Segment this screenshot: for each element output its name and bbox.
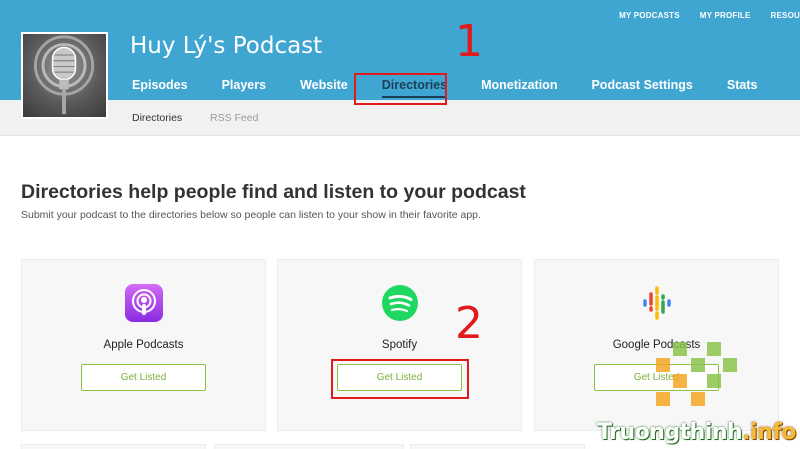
podcast-avatar[interactable] [21, 32, 108, 119]
directory-card-spotify: Spotify Get Listed [277, 259, 522, 431]
get-listed-button-spotify[interactable]: Get Listed [337, 364, 462, 391]
directory-card-row2-1 [21, 444, 206, 449]
card-name-spotify: Spotify [381, 339, 418, 351]
podcast-title: Huy Lý's Podcast [130, 33, 323, 59]
watermark-logo-icon [656, 342, 737, 406]
top-links: MY PODCASTS MY PROFILE RESOU [619, 11, 800, 20]
annotation-number-1: 1 [455, 16, 483, 67]
resources-link[interactable]: RESOU [771, 11, 800, 20]
spotify-icon [382, 285, 418, 321]
tab-directories[interactable]: Directories [381, 78, 448, 98]
tab-monetization[interactable]: Monetization [481, 78, 557, 92]
watermark-main: Truongthinh [597, 420, 743, 445]
header-bar: MY PODCASTS MY PROFILE RESOU Huy Lý's Po… [0, 0, 800, 100]
tab-podcast-settings[interactable]: Podcast Settings [591, 78, 692, 92]
page-heading: Directories help people find and listen … [21, 181, 526, 203]
card-name-apple-podcasts: Apple Podcasts [103, 339, 184, 351]
directory-card-row2-3 [410, 444, 585, 449]
microphone-icon [33, 35, 95, 115]
subtab-directories[interactable]: Directories [132, 112, 182, 124]
annotation-number-2: 2 [455, 298, 483, 349]
get-listed-button-apple-podcasts[interactable]: Get Listed [81, 364, 206, 391]
tab-stats[interactable]: Stats [727, 78, 758, 92]
sub-nav: Directories RSS Feed [0, 100, 800, 136]
main-nav: Episodes Players Website Directories Mon… [132, 78, 791, 98]
directory-card-row2-2 [214, 444, 404, 449]
my-podcasts-link[interactable]: MY PODCASTS [619, 11, 680, 20]
tab-website[interactable]: Website [300, 78, 348, 92]
my-profile-link[interactable]: MY PROFILE [700, 11, 751, 20]
tab-players[interactable]: Players [222, 78, 266, 92]
watermark-suffix: .info [742, 420, 796, 445]
subtab-rss-feed[interactable]: RSS Feed [210, 112, 258, 124]
page-subheading: Submit your podcast to the directories b… [21, 209, 481, 221]
directory-card-apple-podcasts: Apple Podcasts Get Listed [21, 259, 266, 431]
google-podcasts-icon [643, 286, 671, 320]
tab-episodes[interactable]: Episodes [132, 78, 188, 92]
watermark-text: Truongthinh.info [597, 420, 796, 445]
apple-podcasts-icon [125, 284, 163, 322]
